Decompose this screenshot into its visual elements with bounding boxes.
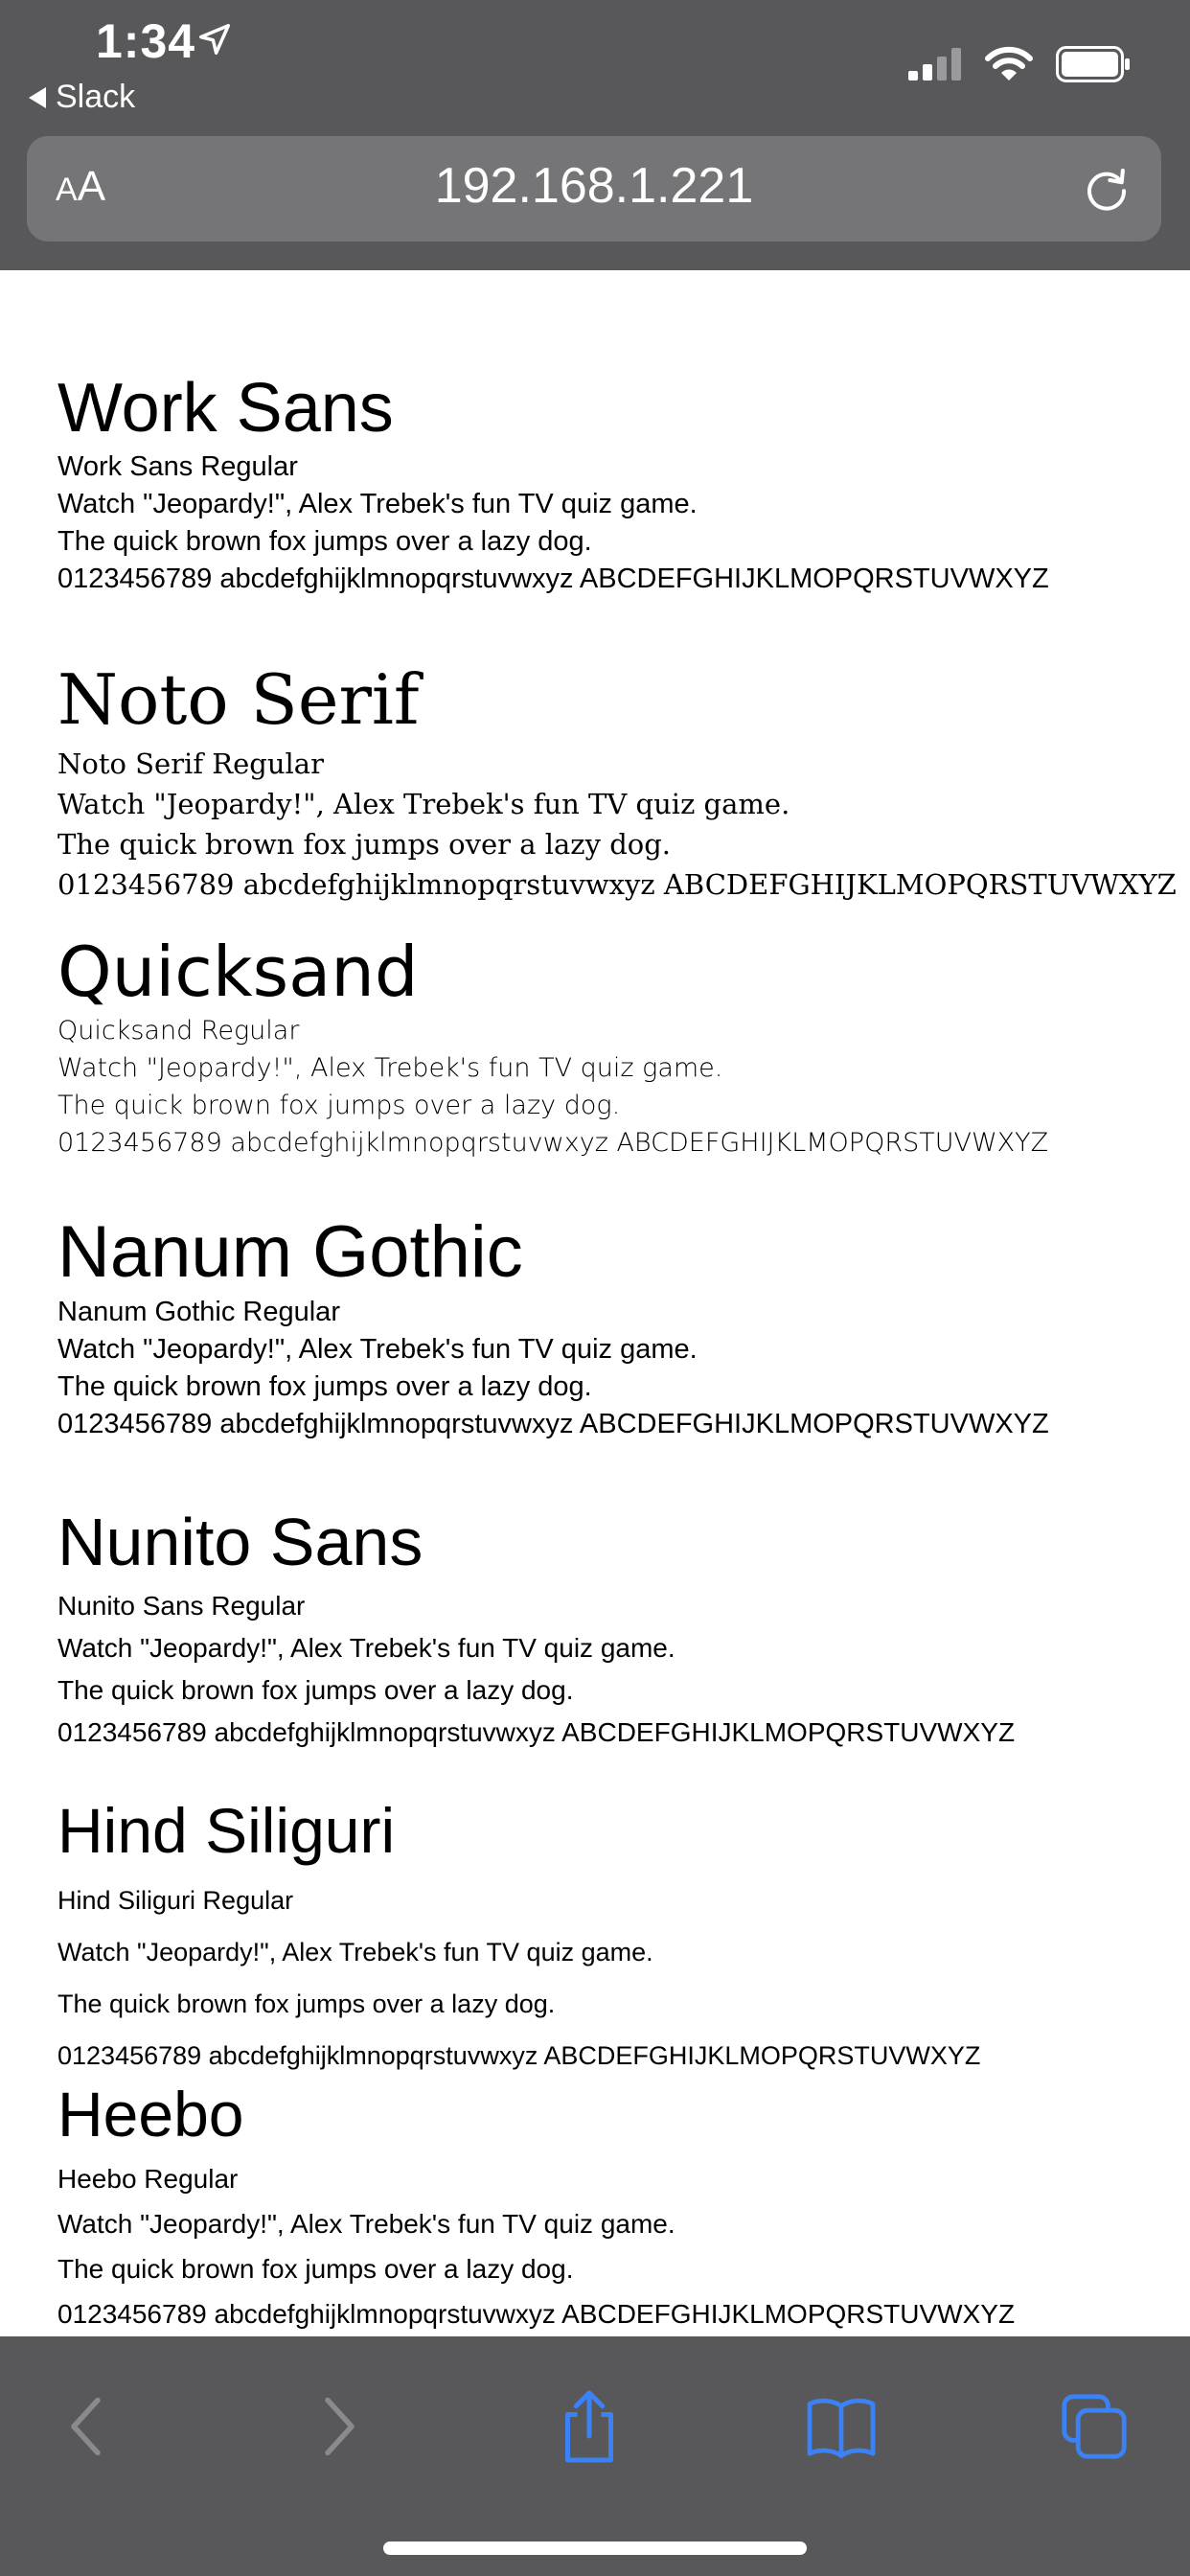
web-content: Work Sans Work Sans Regular Watch "Jeopa… [0, 270, 1190, 2336]
sample-line-1: Watch "Jeopardy!", Alex Trebek's fun TV … [57, 1334, 698, 1365]
font-section-nunito-sans: Nunito Sans Nunito Sans Regular Watch "J… [57, 1499, 1159, 1754]
back-triangle-icon [29, 86, 46, 108]
sample-line-1: Watch "Jeopardy!", Alex Trebek's fun TV … [57, 1053, 723, 1083]
back-button[interactable] [40, 2379, 136, 2474]
reload-icon[interactable] [1081, 163, 1133, 215]
sample-line-3: 0123456789 abcdefghijklmnopqrstuvwxyz AB… [57, 868, 1177, 901]
font-section-work-sans: Work Sans Work Sans Regular Watch "Jeopa… [57, 368, 1159, 598]
sample-line-1: Watch "Jeopardy!", Alex Trebek's fun TV … [57, 2209, 675, 2239]
browser-top-bar: 1:34 Slack AA 192.168.1.221 [0, 0, 1190, 270]
back-to-app-button[interactable]: Slack [29, 79, 135, 116]
sample-line-3: 0123456789 abcdefghijklmnopqrstuvwxyz AB… [57, 1128, 1049, 1158]
font-title: Hind Siliguri [57, 1795, 396, 1866]
font-section-hind-siliguri: Hind Siliguri Hind Siliguri Regular Watc… [57, 1786, 1159, 2082]
font-subtitle: Noto Serif Regular [57, 748, 324, 780]
sample-line-3: 0123456789 abcdefghijklmnopqrstuvwxyz AB… [57, 1409, 1049, 1439]
browser-toolbar [0, 2336, 1190, 2576]
font-title: Nunito Sans [57, 1505, 423, 1579]
font-section-quicksand: Quicksand Quicksand Regular Watch "Jeopa… [57, 932, 1159, 1162]
sample-line-2: The quick brown fox jumps over a lazy do… [57, 526, 592, 557]
status-time: 1:34 [96, 14, 196, 68]
sample-line-2: The quick brown fox jumps over a lazy do… [57, 1675, 574, 1705]
font-section-heebo: Heebo Heebo Regular Watch "Jeopardy!", A… [57, 2072, 1159, 2336]
bookmarks-button[interactable] [793, 2379, 889, 2474]
sample-line-3: 0123456789 abcdefghijklmnopqrstuvwxyz AB… [57, 1717, 1016, 1747]
sample-line-1: Watch "Jeopardy!", Alex Trebek's fun TV … [57, 788, 790, 820]
bookmarks-icon [807, 2398, 876, 2458]
wifi-icon [985, 46, 1033, 80]
status-icons [908, 46, 1131, 82]
font-title: Work Sans [57, 370, 394, 447]
font-subtitle: Nanum Gothic Regular [57, 1297, 340, 1327]
cellular-signal-icon [908, 48, 961, 80]
sample-line-2: The quick brown fox jumps over a lazy do… [57, 1990, 556, 2018]
sample-line-2: The quick brown fox jumps over a lazy do… [57, 2254, 574, 2284]
sample-line-3: 0123456789 abcdefghijklmnopqrstuvwxyz AB… [57, 564, 1049, 594]
sample-line-1: Watch "Jeopardy!", Alex Trebek's fun TV … [57, 1938, 653, 1966]
font-subtitle: Work Sans Regular [57, 451, 298, 482]
font-subtitle: Hind Siliguri Regular [57, 1886, 294, 1915]
back-icon [71, 2397, 101, 2456]
font-subtitle: Heebo Regular [57, 2164, 239, 2194]
sample-line-1: Watch "Jeopardy!", Alex Trebek's fun TV … [57, 1633, 675, 1663]
font-title: Heebo [57, 2079, 244, 2150]
sample-line-3: 0123456789 abcdefghijklmnopqrstuvwxyz AB… [57, 2299, 1016, 2329]
tabs-icon [1062, 2394, 1127, 2459]
sample-line-2: The quick brown fox jumps over a lazy do… [57, 1091, 621, 1120]
font-subtitle: Nunito Sans Regular [57, 1591, 306, 1621]
font-section-nanum-gothic: Nanum Gothic Nanum Gothic Regular Watch … [57, 1211, 1159, 1443]
font-subtitle: Quicksand Regular [57, 1016, 300, 1046]
location-arrow-icon [199, 24, 230, 55]
font-title: Nanum Gothic [57, 1211, 523, 1293]
back-app-label: Slack [56, 79, 136, 115]
font-title: Noto Serif [57, 659, 420, 740]
sample-line-2: The quick brown fox jumps over a lazy do… [57, 1371, 592, 1402]
sample-line-2: The quick brown fox jumps over a lazy do… [57, 828, 671, 861]
font-section-noto-serif: Noto Serif Noto Serif Regular Watch "Jeo… [57, 656, 1177, 905]
address-bar[interactable]: AA 192.168.1.221 [27, 136, 1161, 242]
font-title: Quicksand [57, 932, 419, 1012]
home-indicator[interactable] [383, 2542, 807, 2555]
forward-button[interactable] [289, 2379, 385, 2474]
share-icon [565, 2390, 613, 2463]
share-button[interactable] [541, 2379, 637, 2474]
url-text[interactable]: 192.168.1.221 [27, 157, 1161, 215]
sample-line-1: Watch "Jeopardy!", Alex Trebek's fun TV … [57, 489, 698, 519]
forward-icon [325, 2397, 355, 2456]
battery-icon [1056, 46, 1130, 82]
tabs-button[interactable] [1046, 2379, 1142, 2474]
